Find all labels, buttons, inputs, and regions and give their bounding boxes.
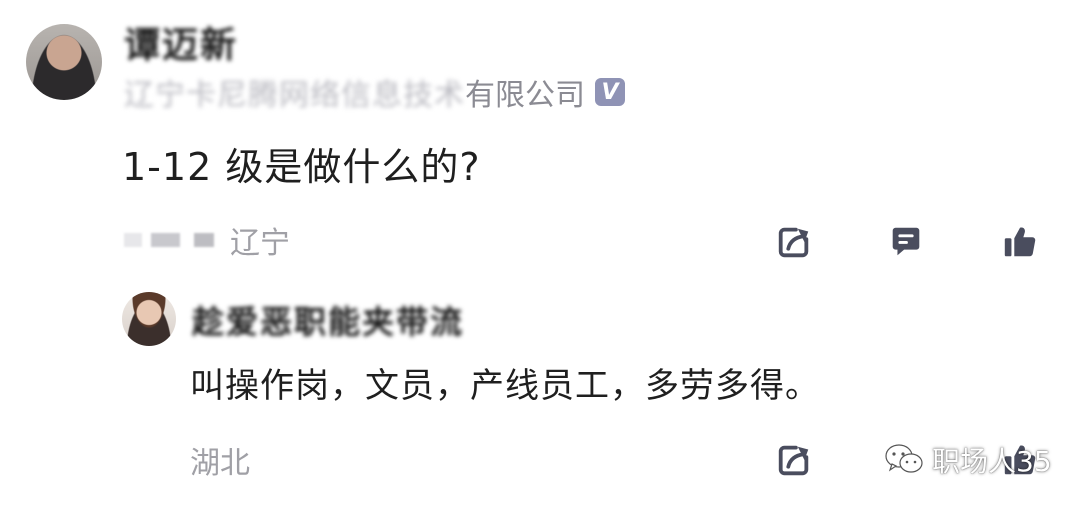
comment-date-obscured: [124, 233, 214, 247]
like-button[interactable]: [998, 220, 1042, 264]
share-button[interactable]: [772, 220, 816, 264]
wechat-icon: [885, 444, 923, 473]
reply-avatar[interactable]: [122, 292, 176, 346]
comment-meta: 辽宁: [124, 218, 290, 262]
comment-text: 1-12 级是做什么的?: [122, 145, 481, 189]
reply-author-name[interactable]: 趁爱恶职能夹带流: [192, 298, 464, 342]
like-icon: [1004, 227, 1036, 257]
comment-location: 辽宁: [230, 226, 290, 261]
reply-button[interactable]: [884, 220, 928, 264]
verified-badge: V: [595, 78, 625, 106]
reply-location: 湖北: [190, 446, 250, 481]
author-company: 辽宁卡尼腾网络信息技术 有限公司 V: [124, 72, 625, 113]
comment-icon: [892, 227, 920, 256]
reply-text: 叫操作岗，文员，产线员工，多劳多得。: [190, 366, 820, 406]
reply-share-button[interactable]: [772, 438, 816, 482]
watermark: 职场人35: [884, 438, 1052, 482]
comment-thread: 谭迈新 辽宁卡尼腾网络信息技术 有限公司 V 1-12 级是做什么的? 辽宁 趁…: [0, 0, 1080, 508]
company-obscured: 辽宁卡尼腾网络信息技术: [124, 78, 465, 113]
share-icon: [778, 445, 809, 476]
author-name[interactable]: 谭迈新: [124, 20, 238, 66]
company-visible: 有限公司: [465, 78, 585, 113]
avatar[interactable]: [26, 24, 102, 100]
share-icon: [778, 227, 809, 258]
watermark-text: 职场人35: [932, 445, 1052, 478]
